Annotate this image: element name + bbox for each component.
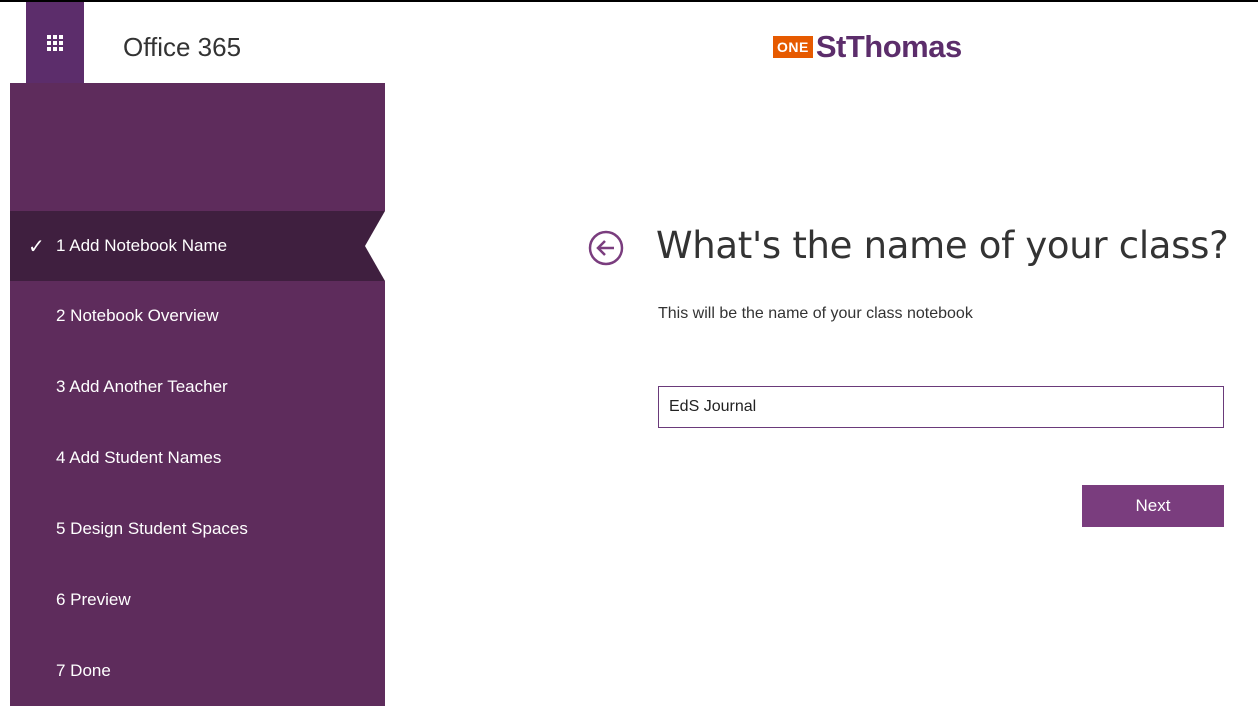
active-step-indicator bbox=[365, 211, 385, 281]
step-label: 1 Add Notebook Name bbox=[56, 236, 228, 255]
step-notebook-overview[interactable]: 2 Notebook Overview bbox=[10, 281, 385, 351]
step-design-student-spaces[interactable]: 5 Design Student Spaces bbox=[10, 494, 385, 564]
step-label: 4 Add Student Names bbox=[56, 448, 222, 467]
step-label: 5 Design Student Spaces bbox=[56, 519, 248, 538]
top-bar: Office 365 ONE StThomas bbox=[10, 2, 1258, 83]
step-label: 3 Add Another Teacher bbox=[56, 377, 228, 396]
step-add-another-teacher[interactable]: 3 Add Another Teacher bbox=[10, 352, 385, 422]
step-label: 6 Preview bbox=[56, 590, 131, 609]
logo-name: StThomas bbox=[815, 29, 962, 64]
step-preview[interactable]: 6 Preview bbox=[10, 565, 385, 635]
logo-badge: ONE bbox=[773, 36, 813, 58]
wizard-steps-sidebar: ✓ 1 Add Notebook Name 2 Notebook Overvie… bbox=[10, 83, 385, 706]
step-done[interactable]: 7 Done bbox=[10, 636, 385, 706]
page-subtitle: This will be the name of your class note… bbox=[658, 305, 973, 322]
next-button[interactable]: Next bbox=[1082, 485, 1224, 527]
class-name-input[interactable] bbox=[658, 386, 1224, 428]
step-add-notebook-name[interactable]: ✓ 1 Add Notebook Name bbox=[10, 211, 385, 281]
app-title: Office 365 bbox=[123, 32, 242, 62]
step-add-student-names[interactable]: 4 Add Student Names bbox=[10, 423, 385, 493]
app-launcher-icon[interactable] bbox=[26, 2, 84, 83]
step-label: 7 Done bbox=[56, 661, 111, 680]
page-title: What's the name of your class? bbox=[656, 224, 1229, 267]
checkmark-icon: ✓ bbox=[28, 235, 45, 258]
back-arrow-icon[interactable] bbox=[586, 228, 626, 268]
waffle-grid bbox=[47, 34, 63, 51]
step-label: 2 Notebook Overview bbox=[56, 306, 219, 325]
st-thomas-logo: ONE StThomas bbox=[773, 30, 962, 64]
